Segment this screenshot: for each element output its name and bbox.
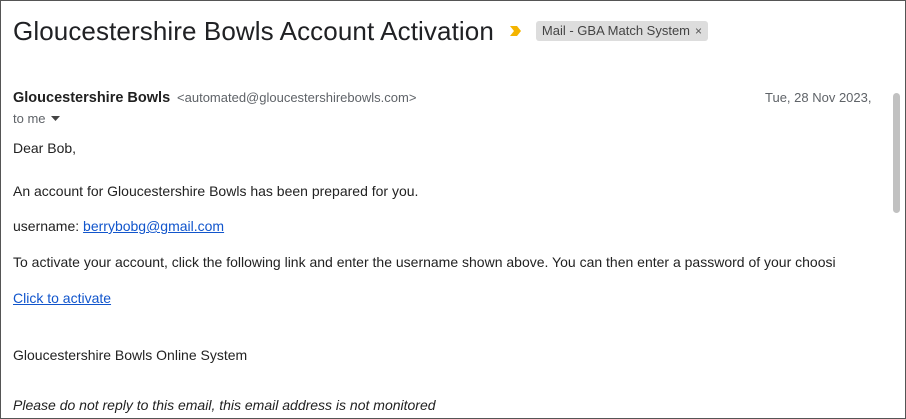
recipient-details-toggle[interactable]: to me xyxy=(13,111,60,126)
greeting: Dear Bob, xyxy=(13,140,77,156)
importance-marker-icon[interactable] xyxy=(508,23,524,39)
caret-down-icon[interactable] xyxy=(50,115,60,122)
footer-note: Please do not reply to this email, this … xyxy=(13,397,436,413)
body-line-instructions: To activate your account, click the foll… xyxy=(13,254,836,270)
activate-link-line: Click to activate xyxy=(13,290,111,306)
email-window: Gloucestershire Bowls Account Activation… xyxy=(0,0,906,419)
label-chip[interactable]: Mail - GBA Match System × xyxy=(535,21,709,41)
sender-name[interactable]: Gloucestershire Bowls xyxy=(13,90,170,106)
username-link[interactable]: berrybobg@gmail.com xyxy=(83,218,224,234)
recipient-text: to me xyxy=(13,111,46,126)
label-chip-text: Mail - GBA Match System xyxy=(541,23,690,38)
activate-link[interactable]: Click to activate xyxy=(13,290,111,306)
close-icon[interactable]: × xyxy=(695,24,702,38)
email-subject: Gloucestershire Bowls Account Activation xyxy=(13,15,494,46)
username-prefix: username: xyxy=(13,218,84,234)
subject-row: Gloucestershire Bowls Account Activation… xyxy=(13,11,709,51)
signature: Gloucestershire Bowls Online System xyxy=(13,347,248,363)
body-line-prepared: An account for Gloucestershire Bowls has… xyxy=(13,183,419,199)
sender-row: Gloucestershire Bowls <automated@glouces… xyxy=(13,89,416,106)
username-line: username: berrybobg@gmail.com xyxy=(13,218,224,234)
email-date: Tue, 28 Nov 2023, xyxy=(765,90,872,105)
vertical-scrollbar[interactable] xyxy=(893,93,900,213)
sender-email: <automated@gloucestershirebowls.com> xyxy=(177,90,417,105)
